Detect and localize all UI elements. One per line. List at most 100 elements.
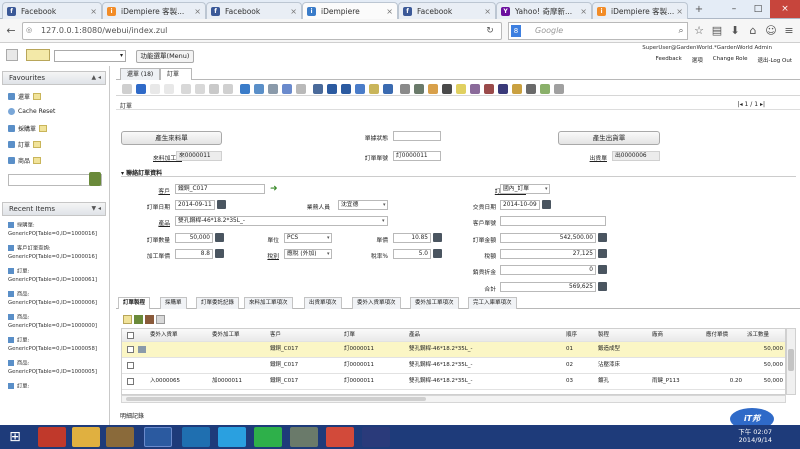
cell-process[interactable]: 鍍孔 <box>598 374 609 389</box>
preferences-link[interactable]: 選項 <box>692 56 703 64</box>
browser-tab[interactable]: f Facebook × <box>2 2 102 19</box>
skype-icon[interactable] <box>218 427 246 447</box>
order-no-field[interactable]: 訂0000011 <box>393 151 441 161</box>
row-checkbox[interactable] <box>127 362 134 369</box>
close-icon[interactable]: × <box>194 7 201 16</box>
tab-returns[interactable]: 還單 (18) <box>120 68 161 80</box>
favourites-drop-field[interactable] <box>8 174 102 186</box>
recent-item-detail[interactable]: GenericPO[Table=0,ID=1000061] <box>8 277 97 284</box>
last-record-icon[interactable]: ▸| <box>760 101 765 108</box>
customer-field[interactable]: 鐵銅_C017 <box>175 184 265 194</box>
power-icon[interactable] <box>38 427 66 447</box>
cell-order[interactable]: 訂0000011 <box>344 374 374 389</box>
row-checkbox[interactable] <box>127 378 134 385</box>
parent-icon[interactable] <box>327 84 337 94</box>
cell-product[interactable]: 雙孔鋼桿-46*18.2*35L_- <box>409 374 473 389</box>
home-icon[interactable] <box>313 84 323 94</box>
column-header[interactable]: 製程 <box>598 329 609 341</box>
chevron-down-icon[interactable]: ▾ <box>382 218 385 224</box>
lock-record-icon[interactable] <box>554 84 564 94</box>
cell-cust[interactable]: 鐵銅_C017 <box>270 374 298 389</box>
export-icon[interactable] <box>498 84 508 94</box>
recent-item-title[interactable]: 訂單: <box>8 268 29 276</box>
maximize-icon[interactable]: □ <box>746 0 770 18</box>
recent-item-title[interactable]: 商品: <box>8 360 29 368</box>
add-favourite-icon[interactable] <box>89 172 101 186</box>
recent-item-detail[interactable]: GenericPO[Table=0,ID=1000006] <box>8 300 97 307</box>
save-icon[interactable] <box>195 84 205 94</box>
address-bar[interactable]: 127.0.0.1:8080/webui/index.zul <box>22 22 502 40</box>
column-header[interactable]: 訂單 <box>344 329 355 341</box>
cell-seq[interactable]: 03 <box>566 374 573 389</box>
attachment-icon[interactable] <box>268 84 278 94</box>
column-header[interactable]: 產品 <box>409 329 420 341</box>
browser-tab[interactable]: i iDempiere 客製... × <box>592 2 688 19</box>
firefox-icon[interactable] <box>144 427 172 447</box>
lock-icon[interactable] <box>223 84 233 94</box>
browser-tab-active[interactable]: i iDempiere × <box>302 2 398 19</box>
close-icon[interactable]: × <box>290 7 297 16</box>
copy-icon[interactable] <box>164 84 174 94</box>
detail-tab[interactable]: 來料加工單項次 <box>244 297 293 309</box>
archive-icon[interactable] <box>442 84 452 94</box>
calendar-icon[interactable] <box>217 200 226 209</box>
bookmark-star-icon[interactable]: ☆ <box>692 23 706 39</box>
cell-cust[interactable]: 鐵銅_C017 <box>270 358 298 373</box>
order-type-select[interactable]: 國內_訂單 <box>500 184 550 194</box>
column-header[interactable]: 順序 <box>566 329 577 341</box>
favourite-item[interactable]: 採購單 <box>8 124 48 133</box>
doc-status-field[interactable] <box>393 131 441 141</box>
cell-cust[interactable]: 鐵銅_C017 <box>270 342 298 357</box>
browser-tab[interactable]: i iDempiere 客製... × <box>102 2 206 19</box>
cell-price[interactable]: 0.20 <box>706 374 742 389</box>
chrome-icon[interactable] <box>326 427 354 447</box>
zoom-icon[interactable] <box>414 84 424 94</box>
customer-po-field[interactable] <box>500 216 606 226</box>
tax-amount-field[interactable]: 27,125 <box>500 249 596 259</box>
change-role-link[interactable]: Change Role <box>713 56 748 64</box>
next-icon[interactable] <box>383 84 393 94</box>
new-icon[interactable] <box>150 84 160 94</box>
zoom-arrow-icon[interactable]: ➜ <box>270 184 280 194</box>
bookmarks-icon[interactable]: ▤ <box>710 23 724 39</box>
toggle-form-icon[interactable] <box>156 315 165 324</box>
chat-icon[interactable] <box>282 84 292 94</box>
close-icon[interactable]: × <box>676 7 683 16</box>
cell-qty[interactable]: 50,000 <box>747 342 783 357</box>
detail-tab[interactable]: 委外入貨單項次 <box>352 297 401 309</box>
scroll-thumb[interactable] <box>126 397 426 401</box>
cell-process[interactable]: 沾壓漆床 <box>598 358 620 373</box>
cell-qty[interactable]: 50,000 <box>747 374 783 389</box>
calculator-icon[interactable] <box>598 233 607 242</box>
recent-item-title[interactable]: 商品: <box>8 291 29 299</box>
create-shipment-button[interactable]: 產生出貨單 <box>558 131 660 145</box>
column-header[interactable]: 派工數量 <box>747 329 769 341</box>
smile-icon[interactable]: ☺ <box>764 23 778 39</box>
close-window-icon[interactable]: × <box>770 0 800 18</box>
quick-form-icon[interactable] <box>540 84 550 94</box>
calculator-icon[interactable] <box>598 265 607 274</box>
app-icon[interactable] <box>290 427 318 447</box>
order-date-field[interactable]: 2014-09-11 <box>175 200 215 210</box>
column-header[interactable]: 廠商 <box>652 329 663 341</box>
find-icon[interactable] <box>254 84 264 94</box>
delete-row-icon[interactable] <box>145 315 154 324</box>
system-clock[interactable]: 下午 02:07 2014/9/14 <box>738 428 772 444</box>
first-icon[interactable] <box>355 84 365 94</box>
save-row-icon[interactable] <box>134 315 143 324</box>
download-icon[interactable]: ⬇ <box>728 23 742 39</box>
last-icon[interactable] <box>400 84 410 94</box>
new-tab-button[interactable]: + <box>692 4 706 16</box>
chevron-down-icon[interactable]: ▾ <box>383 202 386 208</box>
horizontal-scrollbar[interactable] <box>121 395 786 403</box>
favourite-item[interactable]: 商品 <box>8 156 42 165</box>
vertical-scrollbar[interactable] <box>786 328 796 395</box>
history-icon[interactable] <box>296 84 306 94</box>
delivery-date-field[interactable]: 2014-10-09 <box>500 200 540 210</box>
process-icon[interactable] <box>512 84 522 94</box>
product-info-icon[interactable] <box>470 84 480 94</box>
calculator-icon[interactable] <box>598 282 607 291</box>
app-icon[interactable] <box>106 427 134 447</box>
cell-product[interactable]: 雙孔鋼桿-46*18.2*35L_- <box>409 358 473 373</box>
chevron-down-icon[interactable]: ▾ <box>545 186 548 192</box>
